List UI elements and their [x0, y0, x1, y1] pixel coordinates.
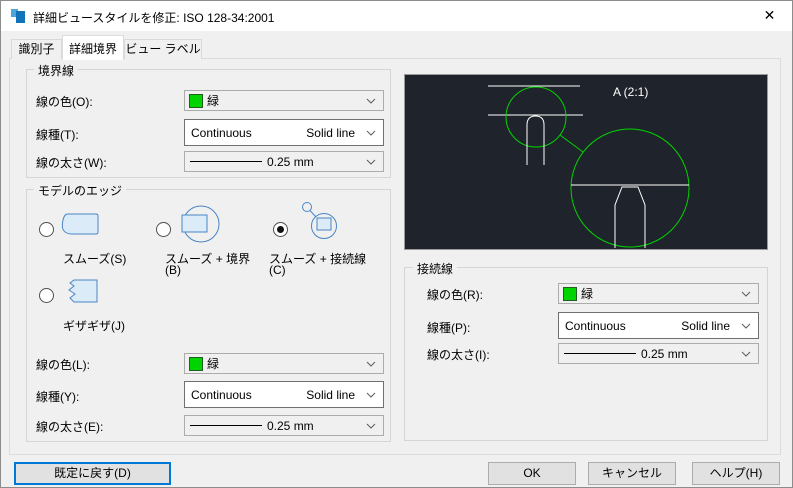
close-button[interactable]: ✕: [747, 1, 792, 30]
green-color-swatch: [189, 94, 203, 108]
smooth-boundary-icon: [178, 203, 222, 245]
boundary-linetype-style: Solid line: [306, 126, 355, 140]
edge-color-select[interactable]: 緑: [184, 353, 384, 374]
chevron-down-icon: [366, 392, 376, 398]
edge-color-value: 緑: [207, 355, 219, 372]
edge-lineweight-value: 0.25 mm: [267, 419, 314, 433]
connection-linetype-style: Solid line: [681, 319, 730, 333]
radio-jagged[interactable]: [39, 288, 54, 303]
boundary-linetype-label: 線種(T):: [36, 126, 79, 143]
chevron-down-icon: [366, 361, 376, 367]
window-title: 詳細ビュースタイルを修正: ISO 128-34:2001: [33, 9, 274, 26]
jagged-icon: [60, 278, 100, 306]
connection-group-title: 接続線: [413, 260, 457, 277]
boundary-linetype-select[interactable]: Continuous Solid line: [184, 119, 384, 146]
tab-identifier[interactable]: 識別子: [11, 39, 62, 59]
edge-linetype-name: Continuous: [191, 388, 252, 402]
preview-view-label: A (2:1): [613, 85, 648, 99]
connection-linetype-label: 線種(P):: [427, 319, 470, 336]
title-bar: 詳細ビュースタイルを修正: ISO 128-34:2001 ✕: [1, 1, 792, 31]
boundary-group-title: 境界線: [34, 62, 78, 79]
chevron-down-icon: [366, 159, 376, 165]
connection-lineweight-value: 0.25 mm: [641, 347, 688, 361]
smooth-icon: [60, 212, 100, 238]
boundary-color-value: 緑: [207, 92, 219, 109]
boundary-linetype-name: Continuous: [191, 126, 252, 140]
boundary-color-select[interactable]: 緑: [184, 90, 384, 111]
chevron-down-icon: [366, 130, 376, 136]
tab-detail-boundary[interactable]: 詳細境界: [62, 35, 124, 60]
chevron-down-icon: [366, 423, 376, 429]
style-preview: A (2:1): [404, 74, 768, 250]
radio-smooth-connection-sublabel[interactable]: (C): [269, 263, 286, 277]
chevron-down-icon: [741, 351, 751, 357]
radio-smooth-boundary[interactable]: [156, 222, 171, 237]
connection-color-value: 緑: [581, 285, 593, 302]
lineweight-sample-line: [564, 353, 636, 354]
connection-linetype-name: Continuous: [565, 319, 626, 333]
connection-color-label: 線の色(R):: [427, 286, 483, 303]
preview-drawing: A (2:1): [405, 75, 767, 249]
chevron-down-icon: [741, 291, 751, 297]
radio-smooth[interactable]: [39, 222, 54, 237]
green-color-swatch: [189, 357, 203, 371]
ok-button[interactable]: OK: [488, 462, 576, 485]
help-button[interactable]: ヘルプ(H): [692, 462, 780, 485]
edge-linetype-select[interactable]: Continuous Solid line: [184, 381, 384, 408]
edge-linetype-label: 線種(Y):: [36, 388, 79, 405]
radio-smooth-label[interactable]: スムーズ(S): [63, 250, 126, 267]
connection-linetype-select[interactable]: Continuous Solid line: [558, 312, 759, 339]
radio-smooth-boundary-sublabel[interactable]: (B): [165, 263, 181, 277]
app-icon: [10, 8, 26, 24]
cancel-button[interactable]: キャンセル: [588, 462, 676, 485]
boundary-lineweight-value: 0.25 mm: [267, 155, 314, 169]
radio-jagged-label[interactable]: ギザギザ(J): [63, 317, 125, 334]
lineweight-sample-line: [190, 161, 262, 162]
boundary-lineweight-select[interactable]: 0.25 mm: [184, 151, 384, 172]
chevron-down-icon: [366, 98, 376, 104]
connection-color-select[interactable]: 緑: [558, 283, 759, 304]
edge-lineweight-select[interactable]: 0.25 mm: [184, 415, 384, 436]
boundary-lineweight-label: 線の太さ(W):: [36, 154, 107, 171]
tab-view-label[interactable]: ビュー ラベル: [124, 39, 202, 59]
lineweight-sample-line: [190, 425, 262, 426]
edge-lineweight-label: 線の太さ(E):: [36, 418, 103, 435]
edge-color-label: 線の色(L):: [36, 356, 90, 373]
reset-default-button[interactable]: 既定に戻す(D): [14, 462, 171, 485]
chevron-down-icon: [741, 323, 751, 329]
detail-view-style-dialog: 詳細ビュースタイルを修正: ISO 128-34:2001 ✕ 識別子 詳細境界…: [0, 0, 793, 488]
radio-smooth-connection[interactable]: [273, 222, 288, 237]
connection-lineweight-label: 線の太さ(I):: [427, 346, 490, 363]
boundary-color-label: 線の色(O):: [36, 93, 93, 110]
edge-linetype-style: Solid line: [306, 388, 355, 402]
connection-lineweight-select[interactable]: 0.25 mm: [558, 343, 759, 364]
model-edges-group-title: モデルのエッジ: [34, 182, 126, 199]
smooth-connection-icon: [299, 201, 343, 243]
green-color-swatch: [563, 287, 577, 301]
